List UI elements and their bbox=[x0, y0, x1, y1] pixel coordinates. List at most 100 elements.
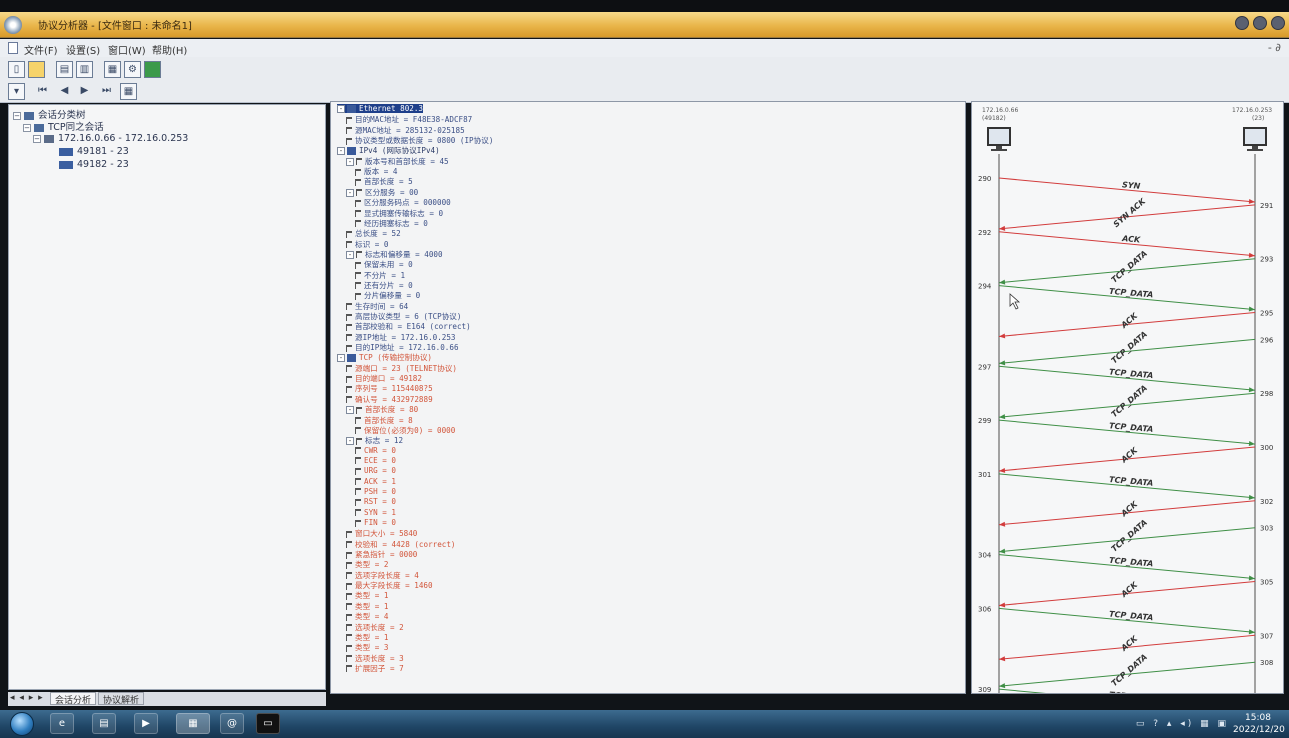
console-icon[interactable]: ▭ bbox=[256, 713, 280, 734]
first-packet-icon[interactable]: ⏮ bbox=[34, 83, 51, 100]
collapse-node-icon[interactable]: - bbox=[346, 250, 354, 259]
close-button[interactable] bbox=[1271, 16, 1285, 30]
packet-field-row[interactable]: 首部长度 = 5 bbox=[355, 176, 413, 187]
ie-icon[interactable]: e bbox=[50, 713, 74, 734]
packet-field-row[interactable]: RST = 0 bbox=[355, 497, 396, 506]
packet-field-row[interactable]: FIN = 0 bbox=[355, 518, 396, 527]
packet-field-row[interactable]: 源IP地址 = 172.16.0.253 bbox=[346, 332, 456, 343]
collapse-node-icon[interactable]: - bbox=[346, 188, 354, 197]
packet-field-row[interactable]: SYN = 1 bbox=[355, 508, 396, 517]
tree-connection[interactable]: − 172.16.0.66 - 172.16.0.253 bbox=[33, 133, 188, 144]
packet-field-row[interactable]: 总长度 = 52 bbox=[346, 228, 401, 239]
media-player-icon[interactable]: ▶ bbox=[134, 713, 158, 734]
chart-icon[interactable] bbox=[144, 61, 161, 78]
collapse-icon[interactable]: − bbox=[13, 112, 21, 120]
packet-field-row[interactable]: 分片偏移量 = 0 bbox=[355, 290, 420, 301]
packet-field-row[interactable]: 类型 = 3 bbox=[346, 642, 388, 653]
settings-icon[interactable]: ⚙ bbox=[124, 61, 141, 78]
menu-settings[interactable]: 设置(S) bbox=[66, 42, 100, 57]
save-all-icon[interactable]: ▥ bbox=[76, 61, 93, 78]
open-folder-icon[interactable] bbox=[28, 61, 45, 78]
packet-field-row[interactable]: - TCP (传输控制协议) bbox=[337, 352, 432, 363]
packet-field-row[interactable]: - Ethernet 802.3 bbox=[337, 104, 424, 113]
packet-field-row[interactable]: ACK = 1 bbox=[355, 477, 396, 486]
packet-field-row[interactable]: 首部校验和 = E164 (correct) bbox=[346, 321, 471, 332]
next-packet-icon[interactable]: ▶ bbox=[76, 83, 93, 100]
packet-field-row[interactable]: 高层协议类型 = 6 (TCP协议) bbox=[346, 311, 461, 322]
packet-field-row[interactable]: 还有分片 = 0 bbox=[355, 280, 413, 291]
collapse-icon[interactable]: − bbox=[33, 135, 41, 143]
capture-icon[interactable]: ▾ bbox=[8, 83, 25, 100]
packet-field-row[interactable]: 类型 = 4 bbox=[346, 611, 388, 622]
packet-field-row[interactable]: 类型 = 2 bbox=[346, 559, 388, 570]
packet-field-row[interactable]: 选项长度 = 2 bbox=[346, 622, 404, 633]
tree-session-2[interactable]: 49182 - 23 bbox=[59, 159, 129, 170]
packet-field-row[interactable]: 显式拥塞传输标志 = 0 bbox=[355, 208, 443, 219]
packet-field-row[interactable]: 经历拥塞标志 = 0 bbox=[355, 218, 428, 229]
packet-field-row[interactable]: - IPv4 (网际协议IPv4) bbox=[337, 145, 440, 156]
mdi-controls[interactable]: - ∂ bbox=[1268, 41, 1281, 54]
menu-help[interactable]: 帮助(H) bbox=[152, 42, 187, 57]
collapse-node-icon[interactable]: - bbox=[346, 406, 354, 415]
last-packet-icon[interactable]: ⏭ bbox=[98, 83, 115, 100]
analyzer-task-icon[interactable]: ▦ bbox=[176, 713, 210, 734]
collapse-node-icon[interactable]: - bbox=[337, 354, 345, 363]
packet-field-row[interactable]: - 首部长度 = 80 bbox=[346, 404, 418, 415]
packet-field-row[interactable]: 类型 = 1 bbox=[346, 590, 388, 601]
packet-field-row[interactable]: PSH = 0 bbox=[355, 487, 396, 496]
packet-field-row[interactable]: ECE = 0 bbox=[355, 456, 396, 465]
explorer-icon[interactable]: ▤ bbox=[92, 713, 116, 734]
packet-field-row[interactable]: - 标志 = 12 bbox=[346, 435, 403, 446]
packet-field-row[interactable]: 序列号 = 1154408?5 bbox=[346, 383, 433, 394]
packet-field-row[interactable]: 首部长度 = 8 bbox=[355, 415, 413, 426]
new-file-icon[interactable]: ▯ bbox=[8, 61, 25, 78]
packet-field-row[interactable]: CWR = 0 bbox=[355, 446, 396, 455]
packet-field-row[interactable]: 选项字段长度 = 4 bbox=[346, 570, 419, 581]
packet-field-row[interactable]: URG = 0 bbox=[355, 466, 396, 475]
packet-field-row[interactable]: 保留未用 = 0 bbox=[355, 259, 413, 270]
collapse-node-icon[interactable]: - bbox=[337, 147, 345, 156]
packet-field-row[interactable]: - 区分服务 = 00 bbox=[346, 187, 418, 198]
packet-field-row[interactable]: 区分服务码点 = 000000 bbox=[355, 197, 451, 208]
packet-field-row[interactable]: 不分片 = 1 bbox=[355, 270, 405, 281]
packet-field-row[interactable]: 源端口 = 23 (TELNET协议) bbox=[346, 363, 457, 374]
tree-session-1[interactable]: 49181 - 23 bbox=[59, 146, 129, 157]
collapse-node-icon[interactable]: - bbox=[346, 437, 354, 446]
packet-field-row[interactable]: 最大字段长度 = 1460 bbox=[346, 580, 433, 591]
filter-icon[interactable]: ▦ bbox=[104, 61, 121, 78]
packet-field-row[interactable]: 类型 = 1 bbox=[346, 601, 388, 612]
packet-field-row[interactable]: 保留位(必须为0) = 0000 bbox=[355, 425, 455, 436]
minimize-button[interactable] bbox=[1235, 16, 1249, 30]
menu-file[interactable]: 文件(F) bbox=[24, 42, 58, 57]
tree-group[interactable]: − TCP同之会话 bbox=[23, 119, 104, 133]
packet-field-row[interactable]: 窗口大小 = 5840 bbox=[346, 528, 417, 539]
tab-scroll-arrows[interactable]: ◂ ◂ ▸ ▸ bbox=[10, 693, 44, 703]
packet-field-row[interactable]: 选项长度 = 3 bbox=[346, 653, 404, 664]
packet-field-row[interactable]: 版本 = 4 bbox=[355, 166, 397, 177]
previous-packet-icon[interactable]: ◀ bbox=[56, 83, 73, 100]
maximize-button[interactable] bbox=[1253, 16, 1267, 30]
collapse-icon[interactable]: − bbox=[23, 124, 31, 132]
packet-field-row[interactable]: 扩展因子 = 7 bbox=[346, 663, 404, 674]
collapse-node-icon[interactable]: - bbox=[337, 105, 345, 113]
packet-field-row[interactable]: 源MAC地址 = 285132-025185 bbox=[346, 125, 465, 136]
tab-session-analysis[interactable]: 会话分析 bbox=[50, 692, 97, 706]
tab-protocol-parse[interactable]: 协议解析 bbox=[98, 692, 145, 706]
packet-field-row[interactable]: 类型 = 1 bbox=[346, 632, 388, 643]
menu-window[interactable]: 窗口(W) bbox=[108, 42, 146, 57]
packet-field-row[interactable]: 目的IP地址 = 172.16.0.66 bbox=[346, 342, 459, 353]
packet-field-row[interactable]: 目的MAC地址 = F48E38-ADCF87 bbox=[346, 114, 472, 125]
packet-field-row[interactable]: 校验和 = 4428 (correct) bbox=[346, 539, 456, 550]
collapse-node-icon[interactable]: - bbox=[346, 157, 354, 166]
packet-field-row[interactable]: 协议类型或数据长度 = 0800 (IP协议) bbox=[346, 135, 493, 146]
packet-field-row[interactable]: 紧急指针 = 0000 bbox=[346, 549, 417, 560]
save-icon[interactable]: ▤ bbox=[56, 61, 73, 78]
start-button[interactable] bbox=[10, 712, 34, 736]
grid-view-icon[interactable]: ▦ bbox=[120, 83, 137, 100]
system-tray-icons[interactable]: ▭ ? ▴ ◂) ▦ ▣ bbox=[1136, 719, 1229, 729]
packet-field-row[interactable]: - 版本号和首部长度 = 45 bbox=[346, 156, 449, 167]
packet-field-row[interactable]: 标识 = 0 bbox=[346, 239, 388, 250]
packet-field-row[interactable]: 确认号 = 432972889 bbox=[346, 394, 433, 405]
packet-field-row[interactable]: - 标志和偏移量 = 4000 bbox=[346, 249, 443, 260]
browser-icon[interactable]: @ bbox=[220, 713, 244, 734]
